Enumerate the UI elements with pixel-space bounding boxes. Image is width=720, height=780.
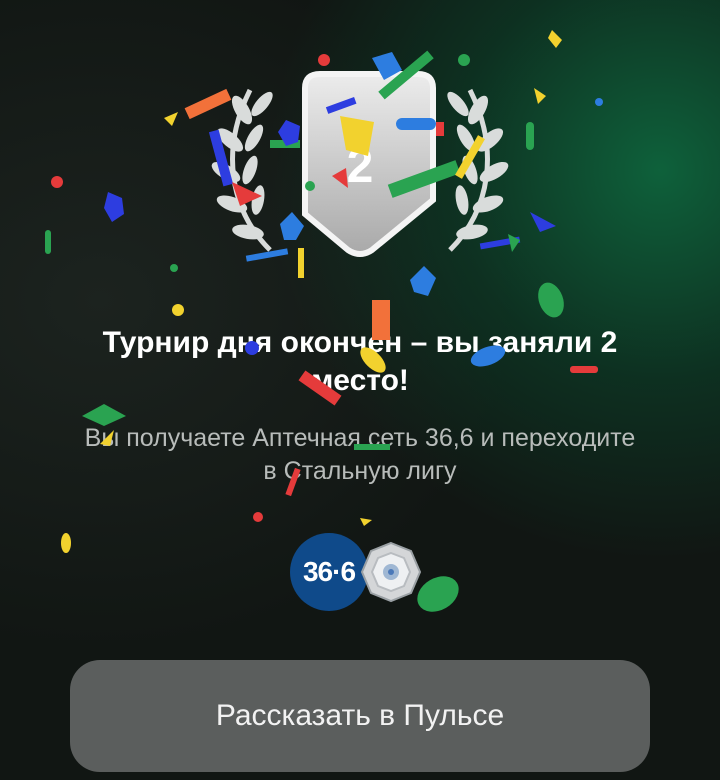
rewards-row: 36·6 [290, 533, 430, 613]
share-in-pulse-button[interactable]: Рассказать в Пульсе [70, 660, 650, 772]
result-title: Турнир дня окончен – вы заняли 2 место! [102, 326, 618, 397]
laurel-right-icon [447, 88, 509, 252]
place-badge-wreath: 2 [200, 60, 520, 280]
place-number: 2 [347, 140, 374, 193]
pharmacy-logo: 36·6 [290, 533, 368, 611]
laurel-left-icon [211, 88, 273, 252]
result-subtitle: Вы получаете Аптечная сеть 36,6 и перехо… [84, 424, 636, 485]
steel-league-icon [360, 541, 422, 603]
